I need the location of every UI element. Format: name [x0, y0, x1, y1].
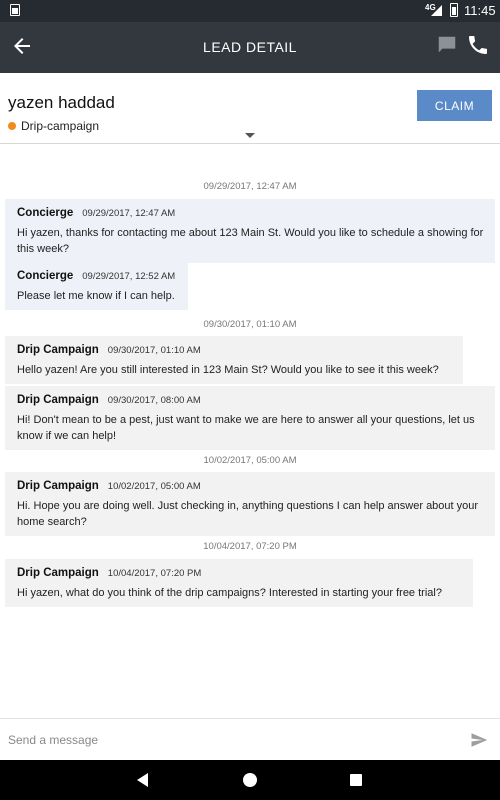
page-title: LEAD DETAIL	[203, 39, 297, 55]
message-sender: Drip Campaign	[17, 394, 99, 406]
app-bar: LEAD DETAIL	[0, 22, 500, 73]
message-text: Please let me know if I can help.	[17, 290, 175, 302]
date-separator: 10/04/2017, 07:20 PM	[203, 541, 297, 552]
lead-name: yazen haddad	[8, 93, 115, 112]
nav-recents-icon[interactable]	[350, 774, 362, 786]
status-bar: 4G 11:45	[0, 0, 500, 22]
message-time: 10/04/2017, 07:20 PM	[107, 568, 202, 579]
sim-card-icon	[10, 4, 20, 16]
date-separator: 10/02/2017, 05:00 AM	[203, 455, 297, 466]
expand-caret-icon[interactable]	[245, 133, 255, 138]
message-time: 09/30/2017, 08:00 AM	[107, 395, 201, 406]
status-time: 11:45	[464, 3, 496, 18]
message-text: Hi! Don't mean to be a pest, just want t…	[17, 414, 475, 442]
signal-icon	[431, 5, 442, 16]
date-separator: 09/30/2017, 01:10 AM	[203, 319, 297, 330]
phone-icon[interactable]	[466, 33, 490, 57]
message-sender: Drip Campaign	[17, 344, 99, 356]
message-bubble: Drip Campaign 09/30/2017, 01:10 AM Hello…	[5, 336, 463, 384]
lead-source: Drip-campaign	[8, 119, 99, 133]
message-composer	[0, 718, 500, 760]
message-text: Hi. Hope you are doing well. Just checki…	[17, 500, 479, 528]
battery-icon	[450, 3, 458, 17]
message-time: 09/29/2017, 12:52 AM	[82, 271, 176, 282]
message-time: 09/29/2017, 12:47 AM	[82, 208, 176, 219]
message-bubble: Drip Campaign 10/04/2017, 07:20 PM Hi ya…	[5, 559, 473, 607]
message-text: Hello yazen! Are you still interested in…	[17, 364, 439, 376]
system-nav-bar	[0, 760, 500, 800]
chat-icon[interactable]	[436, 34, 458, 56]
message-time: 10/02/2017, 05:00 AM	[107, 481, 201, 492]
message-thread[interactable]: 09/29/2017, 12:47 AM Concierge 09/29/201…	[0, 144, 500, 718]
message-sender: Drip Campaign	[17, 567, 99, 579]
message-bubble: Concierge 09/29/2017, 12:52 AM Please le…	[5, 262, 188, 310]
message-bubble: Drip Campaign 10/02/2017, 05:00 AM Hi. H…	[5, 472, 495, 536]
lead-source-label: Drip-campaign	[21, 119, 100, 133]
claim-button[interactable]: CLAIM	[417, 90, 492, 121]
source-status-dot-icon	[8, 122, 16, 130]
message-sender: Concierge	[17, 207, 74, 219]
message-sender: Drip Campaign	[17, 480, 99, 492]
message-input[interactable]	[8, 731, 448, 749]
message-text: Hi yazen, thanks for contacting me about…	[17, 227, 484, 255]
date-separator: 09/29/2017, 12:47 AM	[203, 181, 297, 192]
send-icon[interactable]	[469, 731, 489, 749]
message-bubble: Drip Campaign 09/30/2017, 08:00 AM Hi! D…	[5, 386, 495, 450]
nav-home-icon[interactable]	[243, 773, 257, 787]
nav-back-icon[interactable]	[137, 773, 148, 787]
lead-header: yazen haddad Drip-campaign CLAIM	[0, 73, 500, 144]
message-bubble: Concierge 09/29/2017, 12:47 AM Hi yazen,…	[5, 199, 495, 263]
message-text: Hi yazen, what do you think of the drip …	[17, 587, 442, 599]
message-time: 09/30/2017, 01:10 AM	[107, 345, 201, 356]
message-sender: Concierge	[17, 270, 74, 282]
